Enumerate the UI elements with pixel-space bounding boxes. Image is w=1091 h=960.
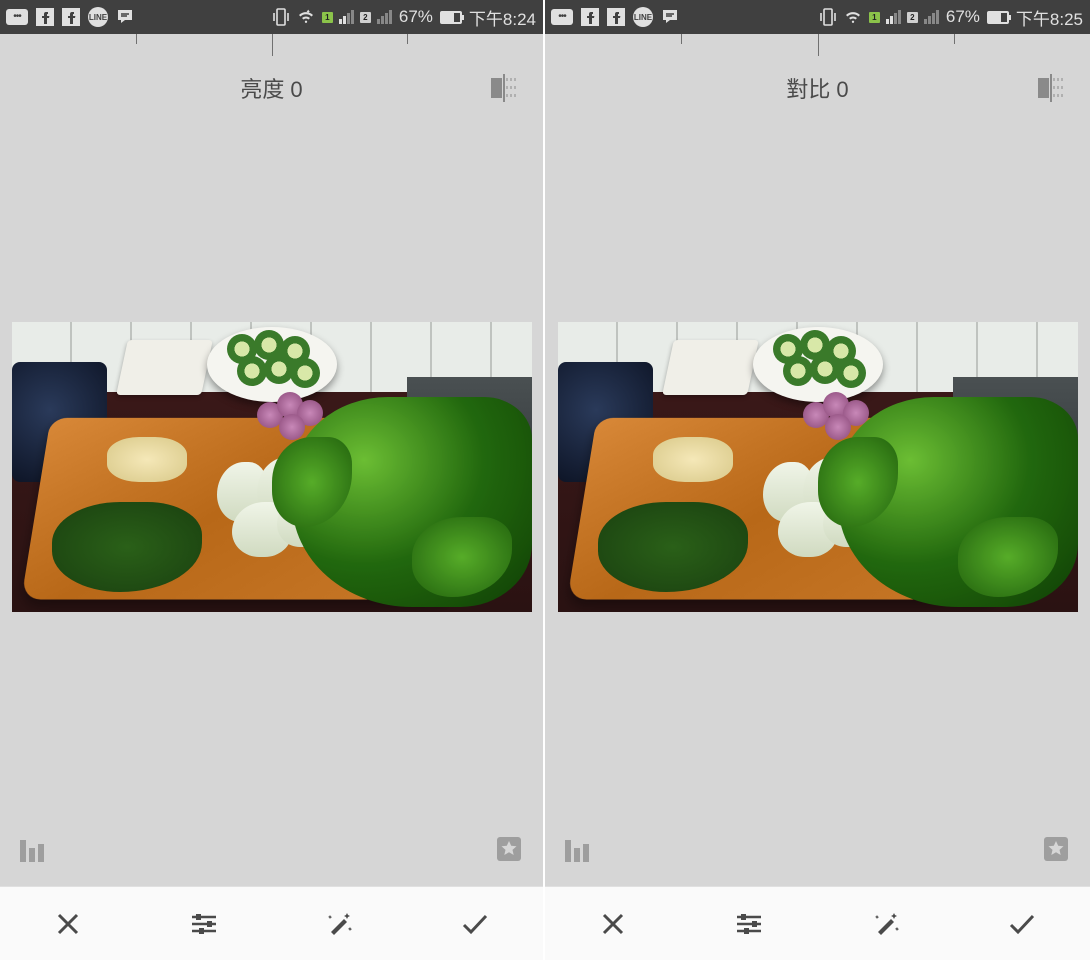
slider-ruler[interactable] xyxy=(0,34,543,58)
slider-ruler[interactable] xyxy=(545,34,1090,58)
favorite-preset-button[interactable] xyxy=(495,835,523,868)
sim2-badge: 2 xyxy=(360,12,371,23)
signal-sim2-icon xyxy=(924,10,939,24)
tick-mark xyxy=(681,34,682,44)
sim2-badge: 2 xyxy=(907,12,918,23)
bottom-toolbar xyxy=(0,886,543,960)
facebook-icon xyxy=(607,8,625,26)
sim1-badge: 1 xyxy=(322,12,333,23)
compare-button[interactable] xyxy=(487,70,523,106)
message-icon xyxy=(116,8,134,26)
clock: 下午8:25 xyxy=(1016,5,1083,30)
tick-mark xyxy=(136,34,137,44)
adjustment-title-row: 亮度 0 xyxy=(0,58,543,118)
tick-mark xyxy=(954,34,955,44)
sim1-badge: 1 xyxy=(869,12,880,23)
facebook-icon xyxy=(62,8,80,26)
signal-sim2-icon xyxy=(377,10,392,24)
clock: 下午8:24 xyxy=(469,5,536,30)
wifi-icon xyxy=(843,8,863,26)
line-app-icon: LINE xyxy=(88,7,108,27)
histogram-button[interactable] xyxy=(565,836,595,867)
cancel-button[interactable] xyxy=(591,902,635,946)
edited-photo xyxy=(12,322,532,612)
battery-icon xyxy=(440,11,462,24)
battery-percent: 67% xyxy=(399,7,433,27)
battery-percent: 67% xyxy=(946,7,980,27)
confirm-button[interactable] xyxy=(453,902,497,946)
favorite-preset-button[interactable] xyxy=(1042,835,1070,868)
image-canvas[interactable] xyxy=(545,118,1090,886)
adjustment-label: 亮度 0 xyxy=(240,72,302,104)
auto-fix-button[interactable] xyxy=(864,902,908,946)
edited-photo xyxy=(558,322,1078,612)
image-canvas[interactable] xyxy=(0,118,543,886)
vibrate-icon xyxy=(272,7,290,27)
tick-center xyxy=(272,34,273,56)
confirm-button[interactable] xyxy=(1000,902,1044,946)
cancel-button[interactable] xyxy=(46,902,90,946)
adjust-sliders-button[interactable] xyxy=(182,902,226,946)
tick-mark xyxy=(407,34,408,44)
message-icon xyxy=(661,8,679,26)
compare-button[interactable] xyxy=(1034,70,1070,106)
facebook-icon xyxy=(581,8,599,26)
signal-sim1-icon xyxy=(339,10,354,24)
adjustment-label: 對比 0 xyxy=(786,72,848,104)
adjust-sliders-button[interactable] xyxy=(727,902,771,946)
screen-brightness: LINE 1 2 67% 下午8:24 亮度 0 xyxy=(0,0,545,960)
signal-sim1-icon xyxy=(886,10,901,24)
line-app-icon: LINE xyxy=(633,7,653,27)
auto-fix-button[interactable] xyxy=(317,902,361,946)
adjustment-title-row: 對比 0 xyxy=(545,58,1090,118)
tick-center xyxy=(818,34,819,56)
screen-contrast: LINE 1 2 67% 下午8:25 對比 0 xyxy=(545,0,1090,960)
battery-icon xyxy=(987,11,1009,24)
wifi-icon xyxy=(296,8,316,26)
status-bar: LINE 1 2 67% 下午8:25 xyxy=(545,0,1090,34)
status-bar: LINE 1 2 67% 下午8:24 xyxy=(0,0,543,34)
vibrate-icon xyxy=(819,7,837,27)
notification-app-icon xyxy=(6,9,28,25)
histogram-button[interactable] xyxy=(20,836,50,867)
notification-app-icon xyxy=(551,9,573,25)
bottom-toolbar xyxy=(545,886,1090,960)
facebook-icon xyxy=(36,8,54,26)
